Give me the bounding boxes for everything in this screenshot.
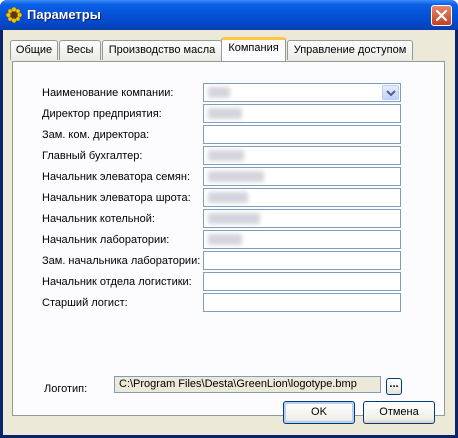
- seed-elevator-head-label: Начальник элеватора семян:: [42, 171, 191, 183]
- title-bar[interactable]: Параметры: [0, 0, 458, 30]
- meal-elevator-head-field[interactable]: [203, 188, 401, 207]
- deputy-lab-head-field[interactable]: [203, 251, 401, 270]
- redacted-value: [208, 108, 242, 119]
- sunflower-icon: [6, 7, 22, 23]
- meal-elevator-head-label: Начальник элеватора шрота:: [42, 192, 191, 204]
- redacted-value: [208, 213, 260, 224]
- logo-path-field[interactable]: C:\Program Files\Desta\GreenLion\logotyp…: [114, 376, 381, 393]
- deputy-director-field[interactable]: [203, 125, 401, 144]
- dialog-body: Общие Весы Производство масла Компания У…: [3, 30, 455, 435]
- tab-access-control[interactable]: Управление доступом: [287, 40, 413, 60]
- company-name-label: Наименование компании:: [42, 87, 174, 99]
- dropdown-button[interactable]: [382, 85, 399, 100]
- chevron-down-icon: [386, 90, 396, 97]
- tab-scales[interactable]: Весы: [59, 40, 101, 60]
- redacted-value: [208, 234, 242, 245]
- tab-company[interactable]: Компания: [221, 37, 286, 61]
- director-label: Директор предприятия:: [42, 108, 162, 120]
- redacted-value: [208, 192, 248, 203]
- senior-logist-field[interactable]: [203, 293, 401, 312]
- senior-logist-label: Старший логист:: [42, 297, 128, 309]
- company-name-select[interactable]: [203, 83, 401, 102]
- tab-oil-production[interactable]: Производство масла: [102, 40, 222, 60]
- seed-elevator-head-field[interactable]: [203, 167, 401, 186]
- deputy-lab-head-label: Зам. начальника лаборатории:: [42, 255, 201, 267]
- tab-general[interactable]: Общие: [10, 40, 58, 60]
- window-title: Параметры: [27, 7, 101, 22]
- deputy-director-label: Зам. ком. директора:: [42, 129, 150, 141]
- logo-label: Логотип:: [44, 383, 88, 395]
- chief-accountant-field[interactable]: [203, 146, 401, 165]
- close-icon: [435, 9, 448, 22]
- company-panel: Наименование компании: Директор предприя…: [12, 61, 445, 416]
- redacted-value: [208, 150, 244, 161]
- redacted-value: [208, 171, 264, 182]
- cancel-button[interactable]: Отмена: [363, 401, 435, 424]
- browse-button[interactable]: ...: [386, 378, 402, 395]
- boiler-head-field[interactable]: [203, 209, 401, 228]
- logistics-head-field[interactable]: [203, 272, 401, 291]
- director-field[interactable]: [203, 104, 401, 123]
- parameters-window: Параметры Общие Весы Производство масла …: [0, 0, 458, 438]
- redacted-value: [208, 87, 230, 98]
- lab-head-field[interactable]: [203, 230, 401, 249]
- chief-accountant-label: Главный бухгалтер:: [42, 150, 143, 162]
- boiler-head-label: Начальник котельной:: [42, 213, 155, 225]
- ok-button[interactable]: OK: [283, 401, 355, 424]
- logistics-head-label: Начальник отдела логистики:: [42, 276, 192, 288]
- close-button[interactable]: [431, 5, 452, 26]
- lab-head-label: Начальник лаборатории:: [42, 234, 170, 246]
